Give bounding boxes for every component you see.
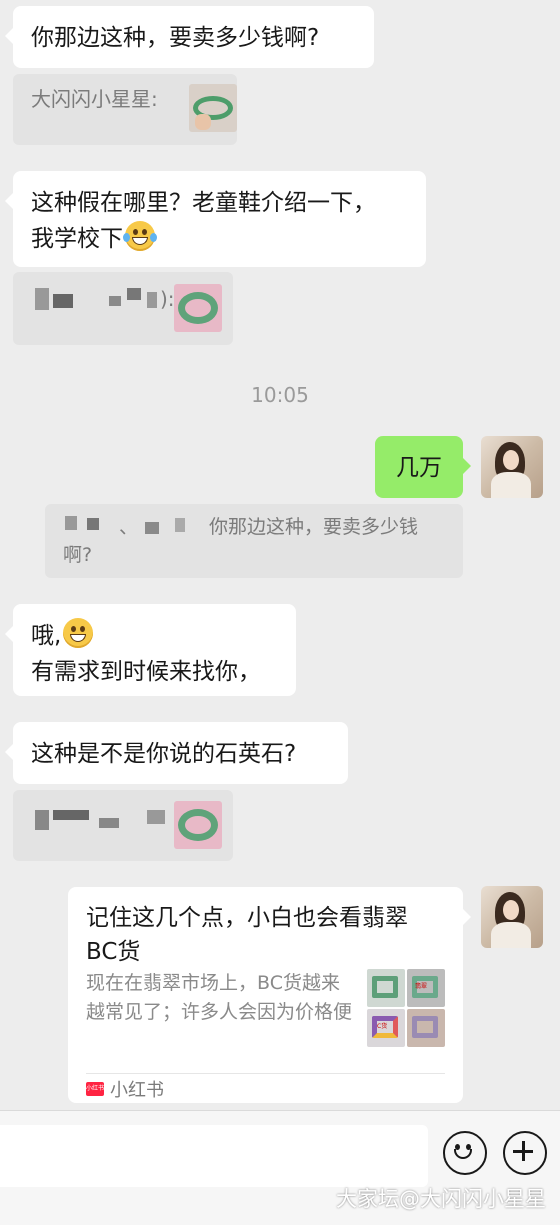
bangle-thumbnail[interactable] [174,801,222,849]
message-bubble-received[interactable]: 你那边这种，要卖多少钱啊? [5,6,374,68]
card-description: 现在在翡翠市场上，BC货越来越常见了；许多人会因为价格便宜又好看去入手… [86,972,353,1023]
message-bubble-received[interactable]: 这种假在哪里？老童鞋介绍一下， 我学校下 [5,171,426,267]
card-source[interactable]: 小红书 小红书 [86,1075,164,1103]
thumb-label: C货 [377,1023,388,1030]
quote-sender-suffix: ): [160,287,175,311]
card-thumbnail: 翡翠 C货 [367,969,445,1047]
xiaohongshu-logo-icon: 小红书 [86,1082,104,1096]
quote-text: 你那边这种，要卖多少钱 [209,516,419,538]
message-text-line: 有需求到时候来找你， [31,659,261,685]
thumb-label: 翡翠 [415,983,428,990]
message-bubble-sent[interactable]: 几万 [375,436,471,498]
input-bar: 大家坛@大闪闪小星星 [0,1110,560,1225]
quoted-reply[interactable]: 大闪闪小星星: [13,74,237,145]
message-input[interactable] [0,1125,428,1187]
card-source-label: 小红书 [110,1080,164,1101]
message-text: 几万 [396,455,442,481]
quote-separator: 、 [119,516,139,538]
watermark: 大家坛@大闪闪小星星 [336,1187,546,1211]
quoted-reply[interactable] [13,790,233,861]
message-text-line: 我学校下 [31,226,123,252]
message-text: 你那边这种，要卖多少钱啊? [31,25,320,51]
card-title: 记住这几个点，小白也会看翡翠 BC货 [86,905,408,965]
grin-emoji-icon [63,618,94,648]
message-text-line: 这种假在哪里？老童鞋介绍一下， [31,190,376,216]
quoted-reply[interactable]: 、 你那边这种，要卖多少钱 啊? [45,504,463,578]
plus-icon[interactable] [503,1131,547,1175]
logo-text: 小红书 [86,1085,105,1092]
message-text: 这种是不是你说的石英石? [31,741,297,767]
quote-text-line: 啊? [63,544,93,566]
message-bubble-received[interactable]: 哦, 有需求到时候来找你， [5,604,296,696]
shared-article-card[interactable]: 记住这几个点，小白也会看翡翠 BC货 现在在翡翠市场上，BC货越来越常见了；许多… [68,887,471,1103]
bangle-thumbnail[interactable] [174,284,222,332]
user-avatar[interactable] [481,436,543,498]
quoted-reply[interactable]: ): [13,272,233,345]
message-bubble-received[interactable]: 这种是不是你说的石英石? [5,722,348,784]
laugh-cry-emoji-icon [123,221,157,251]
timestamp: 10:05 [251,383,309,407]
message-text-line: 哦, [31,623,62,649]
card-divider [86,1073,445,1074]
emoji-icon[interactable] [443,1131,487,1175]
bangle-thumbnail[interactable] [189,84,237,132]
user-avatar[interactable] [481,886,543,948]
quote-sender: 大闪闪小星星: [31,87,158,111]
